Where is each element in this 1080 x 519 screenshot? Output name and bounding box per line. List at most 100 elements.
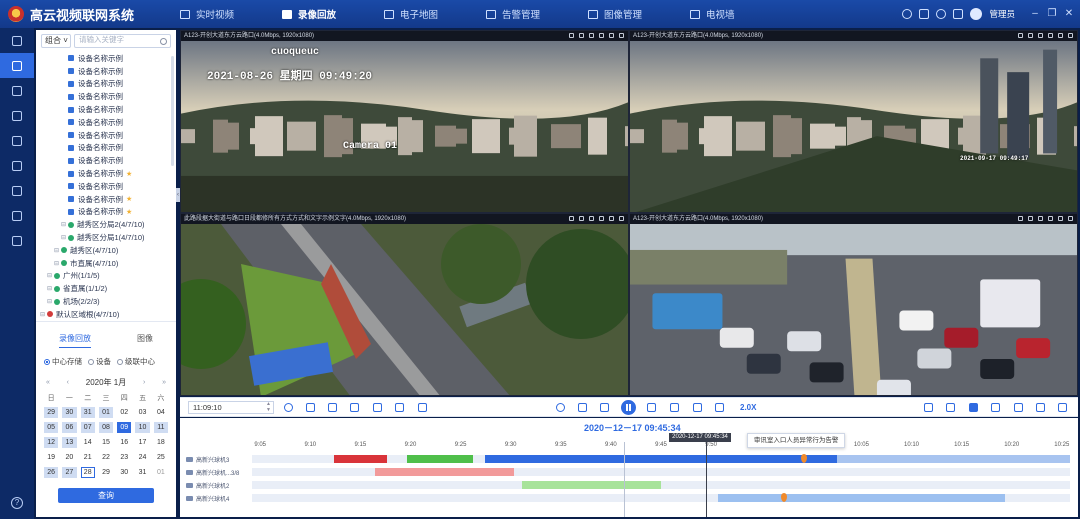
clip-icon[interactable]	[395, 403, 404, 412]
calendar-day[interactable]: 26	[44, 467, 59, 478]
expand-toggle-icon[interactable]: ⊟	[47, 272, 54, 279]
record-icon[interactable]	[1048, 216, 1053, 221]
rewind-icon[interactable]	[556, 403, 565, 412]
query-button[interactable]: 查询	[58, 488, 154, 503]
calendar-day[interactable]: 04	[154, 407, 168, 418]
calendar-day[interactable]: 14	[81, 437, 95, 448]
tree-group[interactable]: ⊟ 省直属(1/1/2)	[40, 282, 176, 295]
avatar[interactable]	[970, 8, 983, 20]
playback-speed[interactable]: 2.0X	[740, 403, 756, 412]
next-month-button[interactable]: ›	[143, 379, 145, 386]
tree-group[interactable]: ⊟ 越秀区分局1(4/7/10)	[40, 231, 176, 244]
fullscreen-icon[interactable]	[1036, 403, 1045, 412]
device-item[interactable]: 设备名称示例 ★	[40, 206, 176, 219]
device-item[interactable]: 设备名称示例	[40, 52, 176, 65]
device-item[interactable]: 设备名称示例	[40, 90, 176, 103]
rail-item-alarms[interactable]	[0, 128, 34, 153]
star-icon[interactable]: ★	[126, 170, 132, 178]
sync-icon[interactable]	[693, 403, 702, 412]
calendar-day[interactable]: 09	[117, 422, 132, 433]
video-tile-2[interactable]: A123-开创大道东方云路口(4.0Mbps, 1920x1080) 2021-0…	[629, 30, 1078, 213]
close-icon[interactable]: ✕	[1064, 9, 1074, 19]
star-icon[interactable]: ★	[126, 208, 132, 216]
calendar-day[interactable]: 19	[44, 452, 58, 463]
layout-4-icon[interactable]	[991, 403, 1000, 412]
tree-group[interactable]: ⊟ 市直属(4/7/10)	[40, 257, 176, 270]
calendar-day[interactable]: 12	[44, 437, 59, 448]
calendar-day[interactable]: 30	[62, 407, 77, 418]
tag-icon[interactable]	[373, 403, 382, 412]
calendar-day[interactable]: 03	[135, 407, 149, 418]
volume-icon[interactable]	[579, 216, 584, 221]
calendar-day[interactable]: 01	[98, 407, 114, 418]
search-input[interactable]	[79, 35, 157, 44]
bookmark-icon[interactable]	[350, 403, 359, 412]
timeline-track[interactable]	[252, 468, 1070, 476]
calendar-day[interactable]: 27	[62, 467, 77, 478]
video-tile-4[interactable]: A123-开创大道东方云路口(4.0Mbps, 1920x1080)	[629, 213, 1078, 396]
slow-icon[interactable]	[578, 403, 587, 412]
recording-segment[interactable]	[718, 494, 1005, 502]
stop-icon[interactable]	[715, 403, 724, 412]
mic-icon[interactable]	[1018, 33, 1023, 38]
zoom-icon[interactable]	[306, 403, 315, 412]
mic-icon[interactable]	[569, 216, 574, 221]
scope-select[interactable]: 组合 ˅	[41, 34, 71, 48]
recording-segment[interactable]	[836, 455, 1070, 463]
calendar-day[interactable]: 25	[154, 452, 168, 463]
rail-item-images[interactable]	[0, 153, 34, 178]
record-icon[interactable]	[599, 33, 604, 38]
calendar-day[interactable]: 06	[62, 422, 77, 433]
tree-group[interactable]: ⊟ 越秀区分局2(4/7/10)	[40, 218, 176, 231]
calendar-day[interactable]: 31	[80, 407, 95, 418]
close-icon[interactable]	[619, 33, 624, 38]
snapshot-icon[interactable]	[589, 33, 594, 38]
timeline-track[interactable]	[252, 481, 1070, 489]
bell-icon[interactable]	[936, 9, 947, 19]
download-icon[interactable]	[328, 403, 337, 412]
time-input[interactable]: 11:09:10 ▲ ▼	[188, 401, 274, 414]
calendar-day[interactable]: 11	[153, 422, 168, 433]
rail-item-docs[interactable]	[0, 178, 34, 203]
calendar-day[interactable]: 24	[135, 452, 149, 463]
snapshot-icon[interactable]	[1038, 216, 1043, 221]
timeline-row[interactable]: 高新兴球机4	[180, 493, 1078, 503]
time-spinner[interactable]: ▲ ▼	[266, 401, 271, 413]
user-name[interactable]: 管理员	[989, 8, 1015, 20]
prev-frame-icon[interactable]	[600, 403, 609, 412]
recording-segment[interactable]	[485, 455, 837, 463]
nav-item-0[interactable]: 实时视频	[180, 0, 282, 28]
calendar-day[interactable]: 22	[99, 452, 113, 463]
rail-item-settings[interactable]	[0, 228, 34, 253]
close-icon[interactable]	[1068, 33, 1073, 38]
timeline-track[interactable]	[252, 454, 1070, 463]
calendar-day[interactable]: 01	[154, 467, 168, 478]
nav-item-1[interactable]: 录像回放	[282, 0, 384, 28]
rail-item-devices[interactable]	[0, 103, 34, 128]
expand-toggle-icon[interactable]: ⊟	[40, 311, 47, 318]
minimize-icon[interactable]: –	[1030, 9, 1040, 19]
zoom-icon[interactable]	[609, 216, 614, 221]
device-item[interactable]: 设备名称示例	[40, 78, 176, 91]
layout-9-icon[interactable]	[1014, 403, 1023, 412]
next-year-button[interactable]: »	[162, 379, 166, 386]
mic-icon[interactable]	[1018, 216, 1023, 221]
calendar-day[interactable]: 17	[135, 437, 149, 448]
device-item[interactable]: 设备名称示例 ★	[40, 167, 176, 180]
zoom-icon[interactable]	[609, 33, 614, 38]
calendar-day[interactable]: 23	[117, 452, 131, 463]
tree-group[interactable]: ⊟ 越秀区(4/7/10)	[40, 244, 176, 257]
calendar-day[interactable]: 13	[62, 437, 77, 448]
tab-0[interactable]: 录像回放	[59, 333, 91, 348]
record-icon[interactable]	[1048, 33, 1053, 38]
source-radio-0[interactable]: 中心存储	[44, 356, 82, 367]
device-item[interactable]: 设备名称示例	[40, 129, 176, 142]
volume-icon[interactable]	[1028, 216, 1033, 221]
close-icon[interactable]	[619, 216, 624, 221]
close-icon[interactable]	[1068, 216, 1073, 221]
calendar-day[interactable]: 02	[117, 407, 131, 418]
rail-item-menu[interactable]	[0, 28, 34, 53]
calendar-day[interactable]: 29	[99, 467, 113, 478]
nav-item-5[interactable]: 电视墙	[690, 0, 792, 28]
snapshot-icon[interactable]	[1038, 33, 1043, 38]
